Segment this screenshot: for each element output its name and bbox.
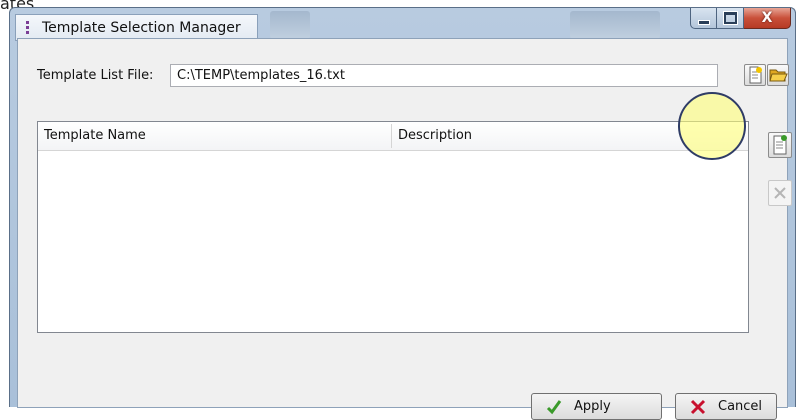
template-list-file-input[interactable]	[170, 64, 718, 87]
minimize-icon	[697, 19, 710, 25]
maximize-button[interactable]	[717, 8, 744, 29]
app-icon	[26, 21, 30, 35]
new-file-button[interactable]	[744, 64, 766, 86]
remove-icon	[774, 187, 786, 199]
open-folder-icon	[769, 69, 788, 82]
column-header-template-name[interactable]: Template Name	[38, 122, 391, 150]
template-list-file-label: Template List File:	[37, 68, 154, 83]
title-box: Template Selection Manager	[15, 14, 258, 41]
maximize-icon	[723, 12, 737, 24]
window-controls: X	[690, 8, 791, 30]
open-folder-button[interactable]	[767, 64, 789, 86]
dialog-client-area: Template List File: Template Name Descri…	[17, 38, 792, 420]
title-bar-blur	[570, 11, 660, 39]
close-icon: X	[761, 10, 773, 26]
grid-header: Template Name Description	[38, 122, 748, 151]
templates-grid[interactable]: Template Name Description	[37, 121, 749, 333]
dialog-window: Template Selection Manager X Template Li…	[9, 7, 796, 420]
title-bar-blur	[270, 11, 310, 39]
remove-template-button[interactable]	[768, 180, 792, 206]
new-file-icon	[749, 66, 762, 84]
click-highlight-marker	[678, 92, 746, 160]
add-template-icon	[773, 135, 787, 155]
add-template-button[interactable]	[768, 132, 792, 158]
minimize-button[interactable]	[690, 8, 717, 29]
close-button[interactable]: X	[744, 8, 791, 29]
window-title: Template Selection Manager	[42, 20, 241, 36]
